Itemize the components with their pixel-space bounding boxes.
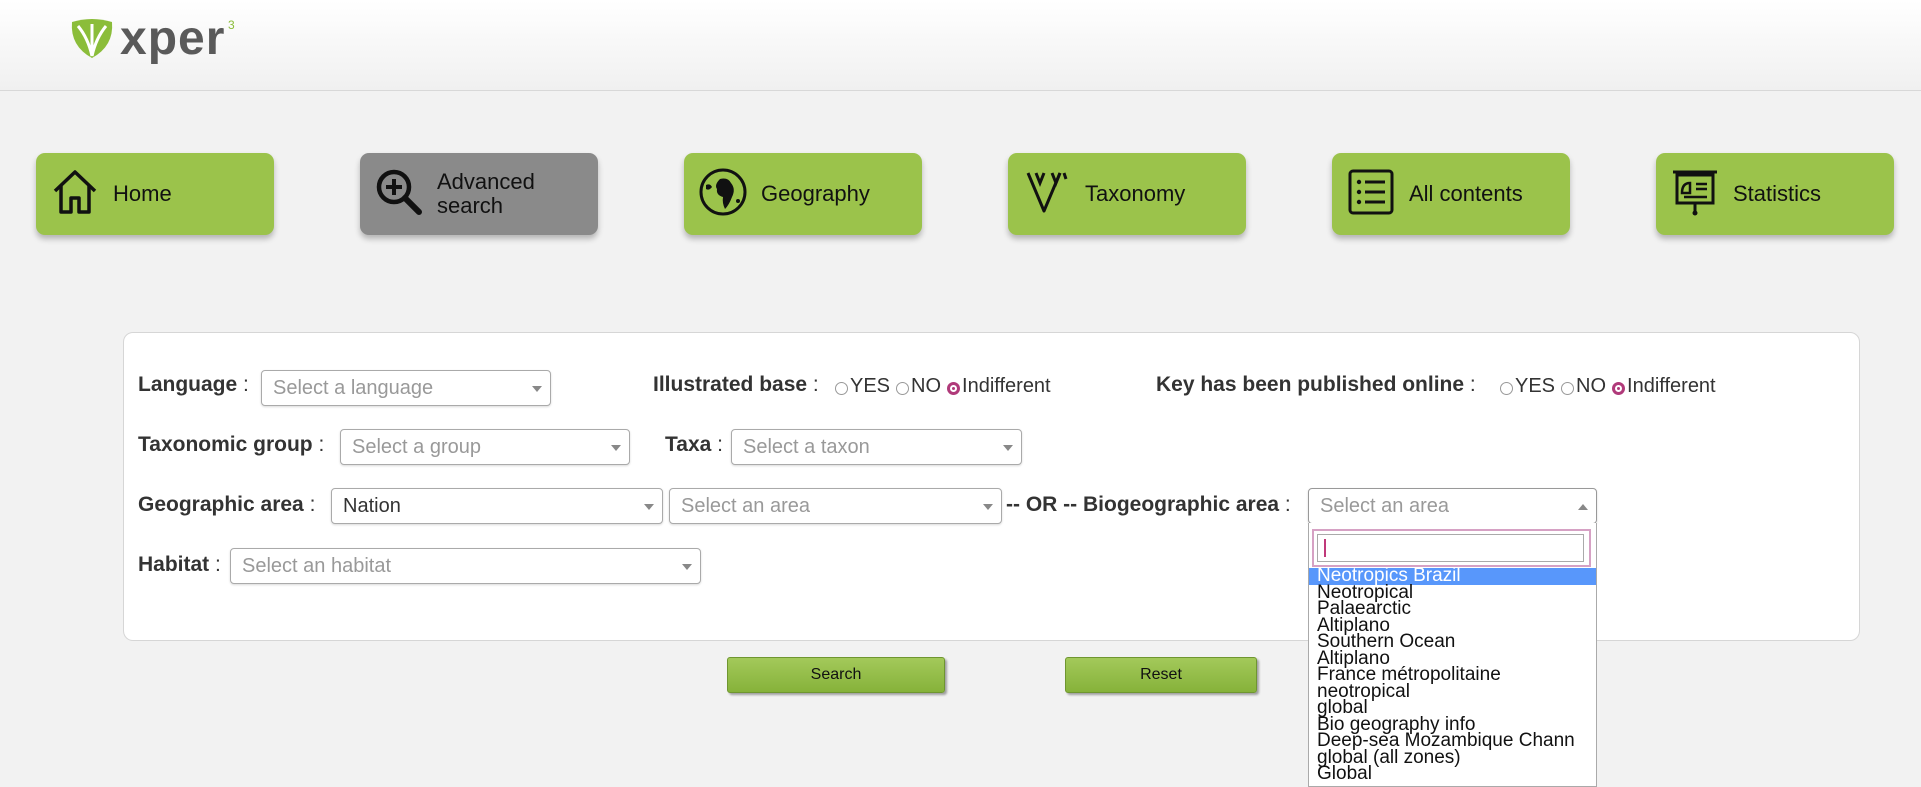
taxonomic-group-select-value: Select a group xyxy=(352,436,481,458)
nav-advanced-search-button[interactable]: Advanced search xyxy=(360,153,598,235)
geographic-level-select-value: Nation xyxy=(343,495,401,517)
biogeographic-area-select-value: Select an area xyxy=(1320,495,1449,517)
dropdown-search-input[interactable] xyxy=(1317,534,1584,562)
geographic-area-label: Geographic area : xyxy=(138,493,316,516)
dropdown-options-list: Neotropics Brazil Neotropical Palaearctic A… xyxy=(1309,566,1596,783)
nav-taxonomy-label: Taxonomy xyxy=(1085,181,1186,206)
language-select[interactable]: Select a language xyxy=(261,370,551,406)
taxonomy-tree-icon xyxy=(1026,172,1068,213)
nav-home-button[interactable]: Home xyxy=(36,153,274,235)
published-online-label: Key has been published online : xyxy=(1156,373,1476,396)
nav-taxonomy-button[interactable]: Taxonomy xyxy=(1008,153,1246,235)
home-icon xyxy=(53,170,97,214)
nav-geography-label: Geography xyxy=(761,181,870,206)
search-button[interactable]: Search xyxy=(727,657,945,693)
taxa-select-value: Select a taxon xyxy=(743,436,870,458)
geographic-area-select[interactable]: Select an area xyxy=(669,488,1002,524)
habitat-label: Habitat : xyxy=(138,553,221,576)
brand-name: xper xyxy=(120,12,226,65)
nav-statistics-label: Statistics xyxy=(1733,181,1822,206)
taxonomic-group-select[interactable]: Select a group xyxy=(340,429,630,465)
dropdown-search-box xyxy=(1312,529,1591,567)
nav-all-contents-button[interactable]: All contents xyxy=(1332,153,1570,235)
published-no-radio[interactable] xyxy=(1561,382,1575,395)
globe-icon xyxy=(699,168,747,216)
text-cursor xyxy=(1324,539,1326,557)
nav-geography-button[interactable]: Geography xyxy=(684,153,922,235)
illustrated-no-radio[interactable] xyxy=(896,382,910,395)
biogeographic-area-select[interactable]: Select an area xyxy=(1308,488,1597,524)
dropdown-option[interactable]: Global xyxy=(1309,764,1596,782)
nav-all-contents-label: All contents xyxy=(1409,181,1523,206)
presentation-icon xyxy=(1673,170,1717,216)
published-yes-radio[interactable] xyxy=(1500,382,1513,395)
brand-version: 3 xyxy=(228,18,235,32)
illustrated-base-label: Illustrated base : xyxy=(653,373,819,396)
leaf-logo-icon xyxy=(71,19,113,58)
header: xper 3 xyxy=(0,0,1921,91)
habitat-select-value: Select an habitat xyxy=(242,555,391,577)
illustrated-indifferent-radio[interactable] xyxy=(947,382,961,395)
taxonomic-group-label: Taxonomic group : xyxy=(138,433,325,456)
published-no-label: NO xyxy=(1576,375,1607,397)
habitat-select[interactable]: Select an habitat xyxy=(230,548,701,584)
taxa-select[interactable]: Select a taxon xyxy=(731,429,1022,465)
biogeographic-area-label: -- OR -- Biogeographic area : xyxy=(1006,493,1291,516)
published-yes-label: YES xyxy=(1515,375,1556,397)
nav-statistics-button[interactable]: Statistics xyxy=(1656,153,1894,235)
geographic-area-select-value: Select an area xyxy=(681,495,810,517)
taxa-label: Taxa : xyxy=(665,433,723,456)
illustrated-yes-label: YES xyxy=(850,375,891,397)
chevron-down-icon xyxy=(682,564,692,570)
geographic-level-select[interactable]: Nation xyxy=(331,488,663,524)
chevron-down-icon xyxy=(1003,445,1013,451)
chevron-down-icon xyxy=(611,445,621,451)
illustrated-indifferent-label: Indifferent xyxy=(962,375,1051,397)
reset-button[interactable]: Reset xyxy=(1065,657,1257,693)
illustrated-no-label: NO xyxy=(911,375,942,397)
magnify-plus-icon xyxy=(376,169,422,215)
list-icon xyxy=(1348,169,1394,215)
language-select-value: Select a language xyxy=(273,377,434,399)
chevron-down-icon xyxy=(644,504,654,510)
illustrated-yes-radio[interactable] xyxy=(835,382,848,395)
chevron-up-icon xyxy=(1578,504,1588,510)
biogeographic-area-dropdown: Neotropics Brazil Neotropical Palaearctic A… xyxy=(1308,523,1597,787)
published-indifferent-label: Indifferent xyxy=(1627,375,1716,397)
illustrated-base-radio-group: YES NO Indifferent xyxy=(829,375,1051,398)
chevron-down-icon xyxy=(532,386,542,392)
language-label: Language : xyxy=(138,373,249,396)
published-indifferent-radio[interactable] xyxy=(1612,382,1626,395)
nav-home-label: Home xyxy=(113,181,172,206)
nav-advanced-search-label: Advanced search xyxy=(437,169,535,218)
published-online-radio-group: YES NO Indifferent xyxy=(1494,375,1716,398)
chevron-down-icon xyxy=(983,504,993,510)
